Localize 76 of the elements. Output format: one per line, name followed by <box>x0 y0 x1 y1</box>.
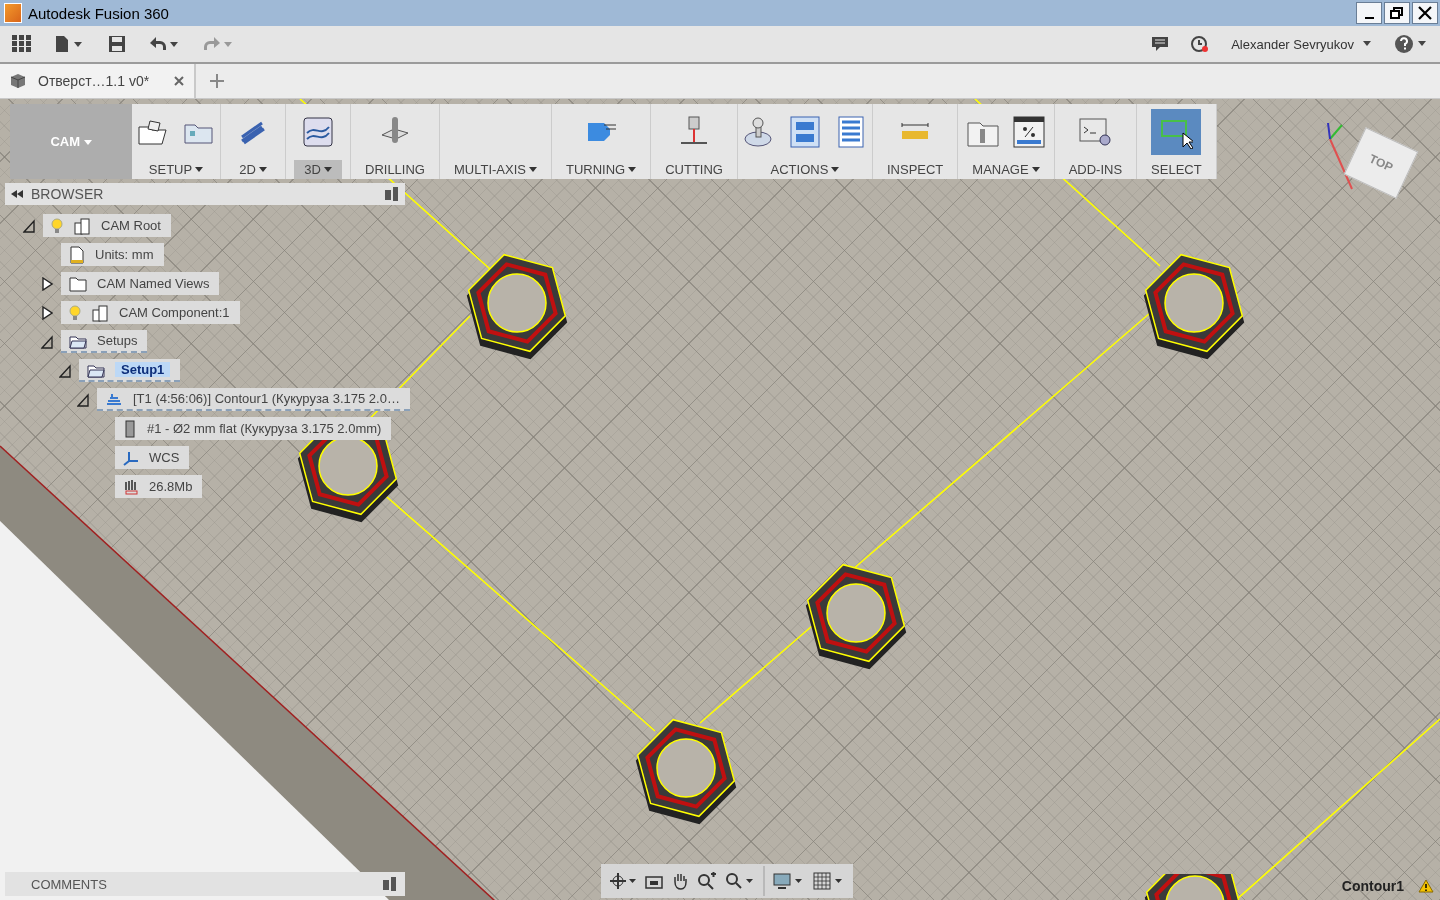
toolbar-group-button[interactable]: ADD-INS <box>1058 160 1133 179</box>
document-tab[interactable]: Отверст…1.1 v0* <box>0 64 196 98</box>
status-text: Contour1 <box>1341 878 1404 894</box>
tree-item[interactable]: #1 - Ø2 mm flat (Кукуруза 3.175 2.0mm) <box>115 417 392 440</box>
comment-icon[interactable] <box>1151 36 1170 52</box>
pin-icon[interactable] <box>385 187 399 201</box>
tree-item[interactable]: Setup1 <box>79 359 181 382</box>
toolbar-group-button[interactable]: CUTTING <box>655 160 733 179</box>
toolbar-group-button[interactable]: INSPECT <box>876 160 954 179</box>
expand-toggle-icon[interactable] <box>41 276 53 291</box>
tree-item[interactable]: WCS <box>115 446 190 469</box>
camera-icon[interactable] <box>645 873 663 889</box>
grid-icon[interactable] <box>813 872 845 890</box>
tree-item[interactable]: Setups <box>61 330 148 353</box>
select-icon[interactable] <box>1151 109 1202 155</box>
toolbar-group-button[interactable]: MULTI-AXIS <box>443 160 547 179</box>
close-button[interactable] <box>1412 2 1438 24</box>
component-icon <box>91 303 109 322</box>
toolbar-group-button[interactable]: 3D <box>294 160 342 179</box>
undo-icon[interactable] <box>148 35 180 53</box>
memory-icon <box>123 478 139 495</box>
minimize-button[interactable] <box>1356 2 1382 24</box>
app-logo-icon <box>4 3 22 23</box>
toolbar-group-button[interactable]: SETUP <box>138 160 214 179</box>
clock-icon[interactable] <box>1191 35 1210 53</box>
caret-icon <box>1362 40 1372 48</box>
toolbar-group-button[interactable]: SELECT <box>1141 160 1212 179</box>
zoom-window-icon[interactable] <box>725 872 755 890</box>
tree-item[interactable]: 26.8Mb <box>115 475 203 498</box>
cube-icon <box>10 73 26 89</box>
zoom-icon[interactable] <box>697 872 717 890</box>
help-icon[interactable] <box>1394 34 1428 54</box>
folder-icon <box>69 275 87 292</box>
grid-menu-icon[interactable] <box>12 35 32 53</box>
close-icon[interactable] <box>174 76 184 86</box>
expand-toggle-icon[interactable] <box>23 218 35 233</box>
browser-title: BROWSER <box>31 186 105 202</box>
user-menu[interactable]: Alexander Sevryukov <box>1231 36 1372 52</box>
restore-button[interactable] <box>1384 2 1410 24</box>
toolbar-group-button[interactable]: ACTIONS <box>760 160 850 179</box>
collapse-icon[interactable] <box>11 190 23 198</box>
surface-icon[interactable] <box>301 115 335 149</box>
close-icon <box>1418 6 1432 20</box>
comments-title: COMMENTS <box>31 876 108 892</box>
toolbar-group-button[interactable]: MANAGE <box>962 160 1050 179</box>
axes-icon <box>123 449 139 466</box>
new-tab-icon[interactable] <box>210 74 224 88</box>
pan-icon[interactable] <box>671 872 689 890</box>
display-icon[interactable] <box>773 872 805 890</box>
caret-icon <box>83 140 92 146</box>
save-icon[interactable] <box>108 35 126 53</box>
expand-toggle-icon[interactable] <box>41 305 53 320</box>
expand-toggle-icon[interactable] <box>41 334 53 349</box>
toolbar-group-button[interactable]: DRILLING <box>355 160 435 179</box>
lightbulb-icon[interactable] <box>69 304 81 321</box>
pin-icon[interactable] <box>383 877 397 891</box>
expand-toggle-icon[interactable] <box>59 363 71 378</box>
window-title: Autodesk Fusion 360 <box>28 4 170 22</box>
tool-icon <box>123 419 137 438</box>
restore-icon <box>1390 7 1404 19</box>
toolbar-group-button[interactable]: TURNING <box>555 160 647 179</box>
tree-item[interactable]: Units: mm <box>61 243 164 266</box>
tree-item[interactable]: CAM Root <box>43 214 171 237</box>
minimize-icon <box>1364 17 1374 19</box>
lightbulb-icon[interactable] <box>51 217 63 234</box>
warning-icon[interactable] <box>1418 879 1434 893</box>
expand-toggle-icon[interactable] <box>77 392 89 407</box>
toolbar-group-button[interactable]: 2D <box>229 160 277 179</box>
script-icon[interactable] <box>1078 115 1113 149</box>
tree-item[interactable]: CAM Named Views <box>61 272 220 295</box>
component-icon <box>73 216 91 235</box>
tree-item[interactable]: [T1 (4:56:06)] Contour1 (Кукуруза 3.175 2.0… <box>97 388 410 411</box>
orbit-icon[interactable] <box>609 872 637 890</box>
document-icon <box>69 245 85 264</box>
tree-item[interactable]: CAM Component:1 <box>61 301 240 324</box>
tab-label: Отверст…1.1 v0* <box>38 73 151 89</box>
